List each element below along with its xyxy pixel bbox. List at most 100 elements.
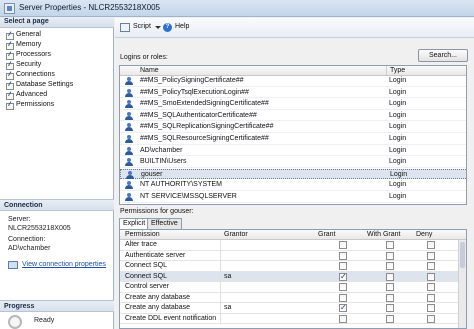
page-icon (6, 72, 14, 80)
login-row[interactable]: NT SERVICE\MSSQLSERVER Login (120, 192, 466, 203)
permission-row[interactable]: Connect SQL sa (120, 271, 466, 282)
login-name: BUILTIN\Users (140, 158, 187, 166)
login-row[interactable]: BUILTIN\Users Login (120, 157, 466, 168)
column-header-grant[interactable]: Grant (318, 231, 336, 238)
grant-checkbox[interactable] (339, 251, 347, 260)
deny-checkbox[interactable] (427, 293, 435, 302)
column-header-deny[interactable]: Deny (416, 231, 432, 238)
page-item-processors[interactable]: Processors (6, 51, 110, 61)
permission-row[interactable]: Alter trace (120, 240, 466, 251)
login-row[interactable]: ##MS_SQLAuthenticatorCertificate## Login (120, 111, 466, 122)
permission-name: Create any database (125, 293, 190, 301)
with-grant-checkbox[interactable] (386, 251, 394, 260)
with-grant-checkbox[interactable] (386, 272, 394, 281)
user-icon (125, 146, 133, 155)
permission-row[interactable]: Create any database sa (120, 303, 466, 314)
user-icon (125, 111, 133, 120)
user-icon (125, 88, 133, 97)
page-item-database-settings[interactable]: Database Settings (6, 81, 110, 91)
user-icon (125, 193, 133, 201)
login-row[interactable]: NT AUTHORITY\SYSTEM Login (120, 180, 466, 191)
page-item-memory[interactable]: Memory (6, 41, 110, 51)
user-icon (125, 181, 133, 190)
column-header-permission[interactable]: Permission (125, 231, 160, 238)
deny-checkbox[interactable] (427, 272, 435, 281)
grant-checkbox[interactable] (339, 272, 347, 281)
login-name: NT AUTHORITY\SYSTEM (140, 181, 222, 189)
grant-checkbox[interactable] (339, 303, 347, 312)
grant-checkbox[interactable] (339, 283, 347, 291)
column-header-type[interactable]: Type (386, 66, 405, 75)
page-item-label: Processors (16, 51, 52, 58)
progress-spinner-icon (8, 315, 22, 329)
user-icon (125, 123, 133, 132)
grant-checkbox[interactable] (339, 241, 347, 249)
page-icon (6, 62, 14, 70)
page-icon (6, 32, 14, 40)
deny-checkbox[interactable] (427, 314, 435, 323)
permission-row[interactable]: Create any database (120, 292, 466, 303)
logins-grid[interactable]: Name Type ##MS_PolicySigningCertificate#… (119, 65, 467, 205)
login-row[interactable]: ##MS_SQLReplicationSigningCertificate## L… (120, 122, 466, 133)
login-type: Login (389, 193, 407, 200)
grant-checkbox[interactable] (339, 262, 347, 270)
help-button[interactable]: ? Help (163, 22, 191, 34)
connection-properties-icon (8, 261, 18, 269)
permissions-grid[interactable]: Permission Grantor Grant With Grant Deny… (119, 229, 467, 329)
column-header-grantor[interactable]: Grantor (224, 231, 248, 238)
column-header-with-grant[interactable]: With Grant (367, 231, 400, 238)
login-type: Login (389, 111, 407, 119)
view-connection-properties-link[interactable]: View connection properties (22, 261, 106, 268)
column-divider (220, 271, 221, 282)
page-item-label: Connections (16, 71, 55, 78)
grant-checkbox[interactable] (339, 293, 347, 302)
deny-checkbox[interactable] (427, 304, 435, 312)
page-item-label: Advanced (16, 91, 48, 98)
user-icon (126, 170, 134, 179)
with-grant-checkbox[interactable] (386, 283, 394, 291)
with-grant-checkbox[interactable] (386, 241, 394, 249)
deny-checkbox[interactable] (427, 262, 435, 270)
permission-grantor: sa (224, 272, 232, 280)
column-divider (220, 282, 221, 292)
with-grant-checkbox[interactable] (386, 293, 394, 302)
page-item-security[interactable]: Security (6, 61, 110, 71)
permission-row[interactable]: Control server (120, 282, 466, 293)
script-button[interactable]: Script (120, 22, 161, 34)
page-item-connections[interactable]: Connections (6, 71, 110, 81)
login-row[interactable]: ##MS_SQLResourceSigningCertificate## Logi… (120, 134, 466, 145)
column-divider (220, 250, 221, 261)
tab-effective[interactable]: Effective (147, 218, 182, 229)
window-titlebar: Server Properties - NLCR2553218X005 (0, 0, 474, 17)
chevron-down-icon[interactable] (155, 26, 161, 29)
login-row[interactable]: ##MS_PolicyTsqlExecutionLogin## Login (120, 88, 466, 99)
page-item-general[interactable]: General (6, 31, 110, 41)
login-type: Login (389, 181, 407, 189)
script-icon (120, 23, 130, 32)
progress-header: Progress (0, 300, 114, 312)
deny-checkbox[interactable] (427, 251, 435, 260)
with-grant-checkbox[interactable] (386, 314, 394, 323)
login-name: ##MS_SQLAuthenticatorCertificate## (140, 111, 257, 119)
server-label: Server: (8, 216, 31, 223)
login-row[interactable]: gouser Login (120, 168, 466, 180)
column-header-name[interactable]: Name (140, 67, 159, 74)
login-row[interactable]: ##MS_SmoExtendedSigningCertificate## Logi… (120, 99, 466, 110)
page-icon (6, 102, 14, 110)
with-grant-checkbox[interactable] (386, 304, 394, 312)
deny-checkbox[interactable] (427, 283, 435, 291)
page-item-permissions[interactable]: Permissions (6, 101, 110, 111)
login-type: Login (389, 88, 407, 96)
permission-row[interactable]: Create DDL event notification (120, 313, 466, 324)
grant-checkbox[interactable] (339, 314, 347, 323)
search-button[interactable]: Search... (418, 49, 468, 62)
permissions-scrollbar[interactable] (458, 240, 466, 328)
permission-row[interactable]: Authenticate server (120, 250, 466, 261)
login-row[interactable]: AD\vchamber Login (120, 146, 466, 157)
page-item-advanced[interactable]: Advanced (6, 91, 110, 101)
permissions-header: Permission Grantor Grant With Grant Deny (120, 230, 466, 240)
deny-checkbox[interactable] (427, 241, 435, 249)
with-grant-checkbox[interactable] (386, 262, 394, 270)
permission-row[interactable]: Connect SQL (120, 261, 466, 272)
login-row[interactable]: ##MS_PolicySigningCertificate## Login (120, 76, 466, 87)
